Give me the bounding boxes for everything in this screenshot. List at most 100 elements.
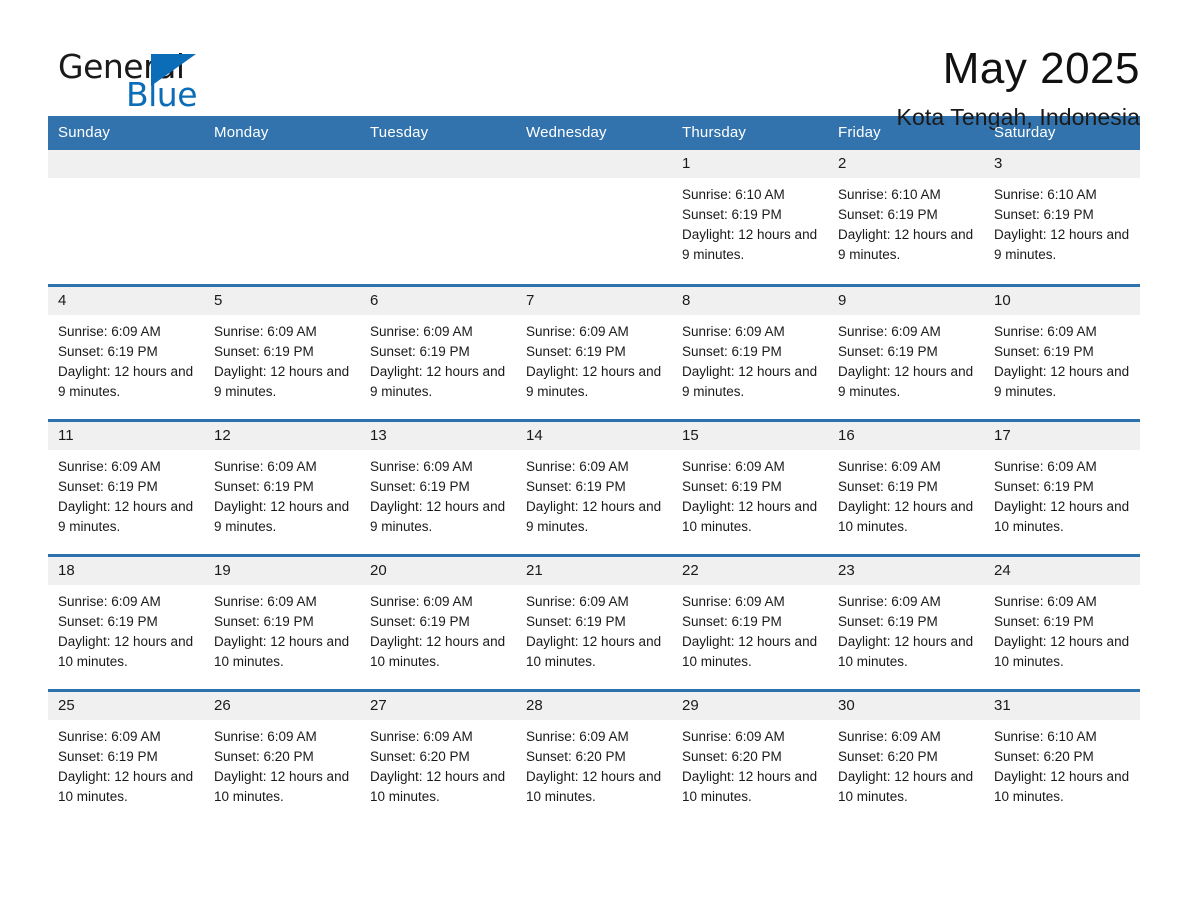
sunset-text: Sunset: 6:19 PM (58, 613, 158, 629)
daylight-text: Daylight: 12 hours and 9 minutes. (370, 363, 506, 399)
day-number: 25 (48, 691, 204, 720)
day-details: Sunrise: 6:09 AM Sunset: 6:20 PM Daylight:… (204, 720, 360, 807)
sunrise-text: Sunrise: 6:09 AM (370, 593, 473, 609)
calendar-day-cell[interactable]: 22 Sunrise: 6:09 AM Sunset: 6:19 PM Dayligh… (672, 553, 828, 690)
calendar-day-cell[interactable]: 23 Sunrise: 6:09 AM Sunset: 6:19 PM Dayligh… (828, 553, 984, 690)
calendar-day-cell-empty (48, 150, 204, 285)
calendar-day-cell[interactable]: 18 Sunrise: 6:09 AM Sunset: 6:19 PM Dayligh… (48, 553, 204, 690)
calendar-day-cell[interactable]: 1 Sunrise: 6:10 AM Sunset: 6:19 PM Daylight… (672, 150, 828, 285)
sunrise-text: Sunrise: 6:10 AM (994, 187, 1097, 202)
daylight-text: Daylight: 12 hours and 9 minutes. (838, 227, 974, 262)
day-number: 22 (672, 556, 828, 585)
sunset-text: Sunset: 6:19 PM (994, 478, 1094, 494)
sunset-text: Sunset: 6:20 PM (214, 748, 314, 764)
day-number: 21 (516, 556, 672, 585)
day-details: Sunrise: 6:09 AM Sunset: 6:19 PM Daylight:… (360, 450, 516, 537)
sunset-text: Sunset: 6:19 PM (370, 478, 470, 494)
calendar-day-cell[interactable]: 2 Sunrise: 6:10 AM Sunset: 6:19 PM Daylight… (828, 150, 984, 285)
calendar-day-cell-empty (204, 150, 360, 285)
day-number: 31 (984, 691, 1140, 720)
day-details: Sunrise: 6:09 AM Sunset: 6:19 PM Daylight:… (828, 315, 984, 402)
calendar-day-cell[interactable]: 9 Sunrise: 6:09 AM Sunset: 6:19 PM Daylight… (828, 283, 984, 420)
calendar-day-cell[interactable]: 24 Sunrise: 6:09 AM Sunset: 6:19 PM Dayligh… (984, 553, 1140, 690)
calendar-day-cell[interactable]: 28 Sunrise: 6:09 AM Sunset: 6:20 PM Dayligh… (516, 688, 672, 825)
sunrise-text: Sunrise: 6:09 AM (682, 593, 785, 609)
calendar-day-cell[interactable]: 13 Sunrise: 6:09 AM Sunset: 6:19 PM Dayligh… (360, 418, 516, 555)
sunset-text: Sunset: 6:20 PM (994, 748, 1094, 764)
calendar-day-cell[interactable]: 6 Sunrise: 6:09 AM Sunset: 6:19 PM Daylight… (360, 283, 516, 420)
daylight-text: Daylight: 12 hours and 10 minutes. (838, 498, 974, 534)
sunrise-text: Sunrise: 6:09 AM (682, 323, 785, 339)
calendar-day-cell[interactable]: 26 Sunrise: 6:09 AM Sunset: 6:20 PM Dayligh… (204, 688, 360, 825)
sunrise-text: Sunrise: 6:09 AM (838, 458, 941, 474)
calendar-day-cell[interactable]: 8 Sunrise: 6:09 AM Sunset: 6:19 PM Daylight… (672, 283, 828, 420)
daylight-text: Daylight: 12 hours and 10 minutes. (214, 633, 350, 669)
sunrise-text: Sunrise: 6:09 AM (994, 458, 1097, 474)
calendar-day-cell[interactable]: 29 Sunrise: 6:09 AM Sunset: 6:20 PM Dayligh… (672, 688, 828, 825)
day-details: Sunrise: 6:09 AM Sunset: 6:19 PM Daylight:… (204, 315, 360, 402)
day-number: 12 (204, 421, 360, 450)
sunset-text: Sunset: 6:19 PM (838, 478, 938, 494)
calendar-day-cell[interactable]: 12 Sunrise: 6:09 AM Sunset: 6:19 PM Dayligh… (204, 418, 360, 555)
calendar-day-cell[interactable]: 15 Sunrise: 6:09 AM Sunset: 6:19 PM Dayligh… (672, 418, 828, 555)
daylight-text: Daylight: 12 hours and 10 minutes. (682, 633, 818, 669)
calendar-day-cell[interactable]: 11 Sunrise: 6:09 AM Sunset: 6:19 PM Dayligh… (48, 418, 204, 555)
calendar-day-cell[interactable]: 27 Sunrise: 6:09 AM Sunset: 6:20 PM Dayligh… (360, 688, 516, 825)
daylight-text: Daylight: 12 hours and 9 minutes. (682, 227, 818, 262)
calendar-day-cell[interactable]: 30 Sunrise: 6:09 AM Sunset: 6:20 PM Dayligh… (828, 688, 984, 825)
sunrise-text: Sunrise: 6:10 AM (838, 187, 941, 202)
day-details: Sunrise: 6:10 AM Sunset: 6:19 PM Daylight:… (672, 178, 828, 265)
calendar-day-cell[interactable]: 20 Sunrise: 6:09 AM Sunset: 6:19 PM Dayligh… (360, 553, 516, 690)
day-details: Sunrise: 6:09 AM Sunset: 6:19 PM Daylight:… (48, 720, 204, 807)
sunset-text: Sunset: 6:19 PM (58, 343, 158, 359)
sunset-text: Sunset: 6:20 PM (682, 748, 782, 764)
day-number (516, 150, 672, 178)
day-number: 10 (984, 286, 1140, 315)
sunset-text: Sunset: 6:19 PM (58, 478, 158, 494)
day-details: Sunrise: 6:09 AM Sunset: 6:20 PM Daylight:… (672, 720, 828, 807)
logo-text-blue: Blue (126, 75, 198, 114)
calendar-day-cell[interactable]: 31 Sunrise: 6:10 AM Sunset: 6:20 PM Dayligh… (984, 688, 1140, 825)
day-number: 6 (360, 286, 516, 315)
sunrise-text: Sunrise: 6:09 AM (526, 323, 629, 339)
day-number: 4 (48, 286, 204, 315)
sunset-text: Sunset: 6:19 PM (838, 613, 938, 629)
calendar-day-cell[interactable]: 17 Sunrise: 6:09 AM Sunset: 6:19 PM Dayligh… (984, 418, 1140, 555)
sunrise-text: Sunrise: 6:09 AM (370, 728, 473, 744)
day-number: 8 (672, 286, 828, 315)
day-details: Sunrise: 6:09 AM Sunset: 6:19 PM Daylight:… (48, 585, 204, 672)
sunset-text: Sunset: 6:19 PM (838, 207, 938, 222)
day-number: 30 (828, 691, 984, 720)
day-number: 2 (828, 150, 984, 178)
day-number: 20 (360, 556, 516, 585)
sunset-text: Sunset: 6:20 PM (526, 748, 626, 764)
calendar-day-cell[interactable]: 25 Sunrise: 6:09 AM Sunset: 6:19 PM Dayligh… (48, 688, 204, 825)
day-number (48, 150, 204, 178)
sunset-text: Sunset: 6:19 PM (682, 613, 782, 629)
calendar-day-cell[interactable]: 10 Sunrise: 6:09 AM Sunset: 6:19 PM Dayligh… (984, 283, 1140, 420)
daylight-text: Daylight: 12 hours and 9 minutes. (58, 498, 194, 534)
day-number: 16 (828, 421, 984, 450)
calendar-day-cell[interactable]: 21 Sunrise: 6:09 AM Sunset: 6:19 PM Dayligh… (516, 553, 672, 690)
calendar-day-cell[interactable]: 5 Sunrise: 6:09 AM Sunset: 6:19 PM Daylight… (204, 283, 360, 420)
daylight-text: Daylight: 12 hours and 10 minutes. (370, 768, 506, 804)
calendar-day-cell[interactable]: 14 Sunrise: 6:09 AM Sunset: 6:19 PM Dayligh… (516, 418, 672, 555)
daylight-text: Daylight: 12 hours and 9 minutes. (214, 363, 350, 399)
calendar-day-cell[interactable]: 19 Sunrise: 6:09 AM Sunset: 6:19 PM Dayligh… (204, 553, 360, 690)
sunset-text: Sunset: 6:19 PM (682, 343, 782, 359)
day-number: 15 (672, 421, 828, 450)
general-blue-logo[interactable]: General Blue (48, 44, 198, 114)
day-details: Sunrise: 6:10 AM Sunset: 6:19 PM Daylight:… (828, 178, 984, 265)
calendar-day-cell[interactable]: 3 Sunrise: 6:10 AM Sunset: 6:19 PM Daylight… (984, 150, 1140, 285)
sunset-text: Sunset: 6:19 PM (370, 613, 470, 629)
sunset-text: Sunset: 6:19 PM (838, 343, 938, 359)
sunrise-text: Sunrise: 6:09 AM (994, 593, 1097, 609)
sunrise-text: Sunrise: 6:09 AM (214, 593, 317, 609)
sunrise-text: Sunrise: 6:09 AM (526, 728, 629, 744)
calendar-day-cell[interactable]: 16 Sunrise: 6:09 AM Sunset: 6:19 PM Dayligh… (828, 418, 984, 555)
weekday-header-monday: Monday (204, 116, 360, 150)
calendar-week-row: 25 Sunrise: 6:09 AM Sunset: 6:19 PM Dayligh… (48, 688, 1140, 825)
calendar-day-cell[interactable]: 4 Sunrise: 6:09 AM Sunset: 6:19 PM Daylight… (48, 283, 204, 420)
calendar-day-cell[interactable]: 7 Sunrise: 6:09 AM Sunset: 6:19 PM Daylight… (516, 283, 672, 420)
weekday-header-tuesday: Tuesday (360, 116, 516, 150)
